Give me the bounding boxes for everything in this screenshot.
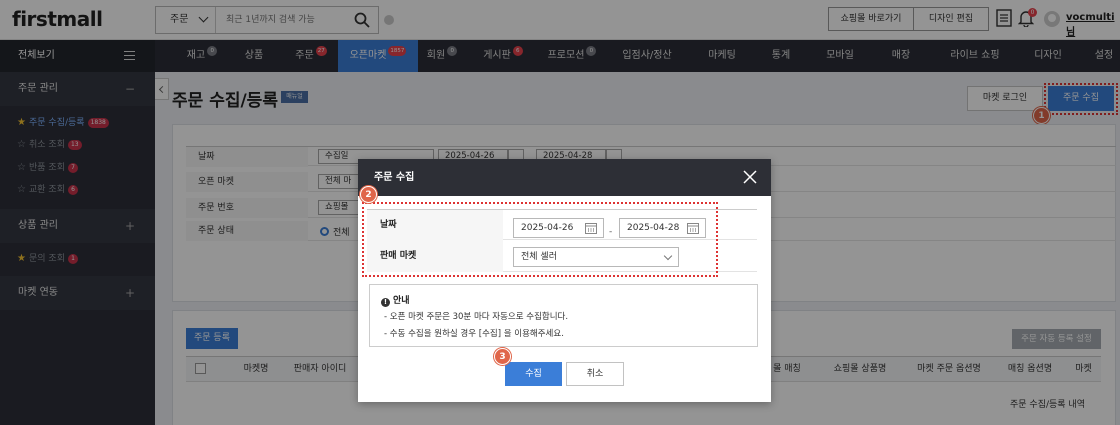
order-collect-modal: 주문 수집 (358, 159, 771, 402)
notice-line: - 수동 수집을 원하실 경우 [수집] 을 이용해주세요. (384, 329, 564, 339)
notice-box: ! 안내 - 오픈 마켓 주문은 30분 마다 자동으로 수집합니다. - 수동 … (369, 284, 758, 347)
step-marker-2: 2 (360, 186, 377, 203)
notice-title: ! 안내 (381, 293, 410, 307)
modal-header: 주문 수집 (358, 159, 771, 196)
info-icon: ! (381, 298, 390, 307)
close-icon[interactable] (743, 170, 757, 184)
highlight-box (362, 202, 718, 277)
cancel-button[interactable]: 취소 (566, 362, 624, 386)
modal-title: 주문 수집 (374, 172, 415, 183)
notice-title-text: 안내 (393, 296, 410, 306)
step-marker-3: 3 (494, 348, 511, 365)
collect-button[interactable]: 수집 (505, 362, 562, 386)
notice-line: - 오픈 마켓 주문은 30분 마다 자동으로 수집합니다. (384, 312, 569, 322)
